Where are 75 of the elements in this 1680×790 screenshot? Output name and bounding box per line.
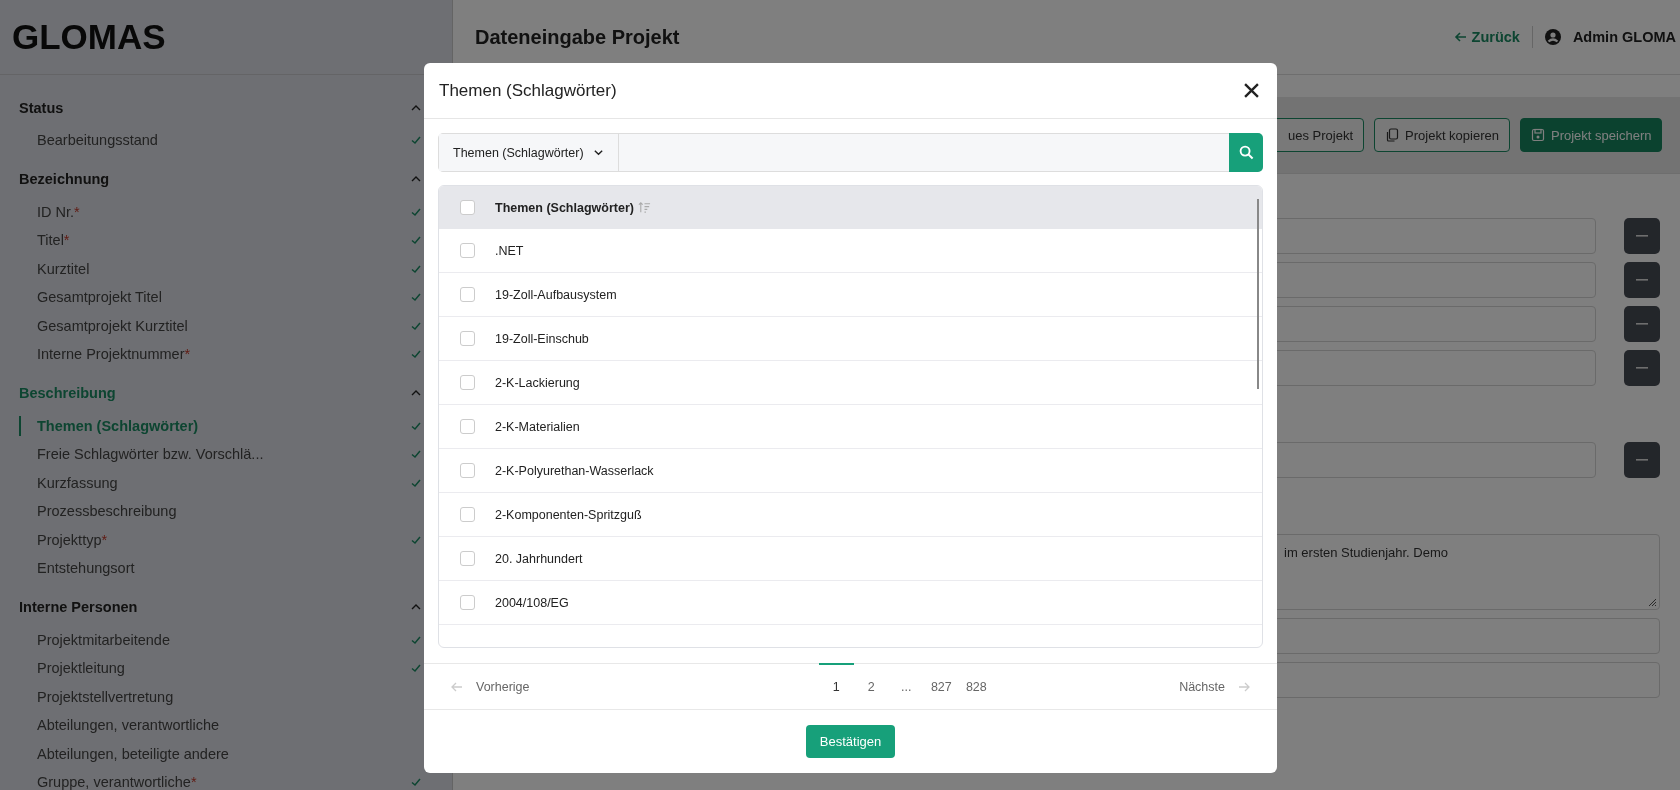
page-button[interactable]: 827 <box>923 663 959 708</box>
table-cell: 2-K-Materialien <box>495 419 580 434</box>
sidebar-item[interactable]: Projektmitarbeitende <box>19 629 170 650</box>
page-button[interactable]: 2 <box>853 663 889 708</box>
row-checkbox[interactable] <box>460 331 475 346</box>
sidebar-item[interactable]: Interne Projektnummer* <box>19 344 191 365</box>
table-cell: 2004/108/EG <box>495 595 569 610</box>
minus-icon <box>1636 459 1648 461</box>
table-cell: 2-K-Lackierung <box>495 375 580 390</box>
select-all-checkbox[interactable] <box>460 200 475 215</box>
table-cell: 2-Komponenten-Spritzguß <box>495 507 642 522</box>
row-checkbox[interactable] <box>460 375 475 390</box>
row-checkbox[interactable] <box>460 595 475 610</box>
sidebar-item[interactable]: Gesamtprojekt Kurztitel <box>19 315 188 336</box>
row-checkbox[interactable] <box>460 243 475 258</box>
remove-button[interactable] <box>1624 218 1660 254</box>
table-cell: .NET <box>495 243 524 258</box>
close-icon[interactable] <box>1244 83 1259 98</box>
sidebar-item[interactable]: Freie Schlagwörter bzw. Vorschlä... <box>19 444 264 465</box>
user-icon <box>1544 29 1561 45</box>
minus-icon <box>1636 279 1648 281</box>
table-cell: 19-Zoll-Einschub <box>495 331 589 346</box>
save-button[interactable]: Projekt speichern <box>1520 118 1663 152</box>
section-title[interactable]: Beschreibung <box>19 385 116 401</box>
sidebar-item[interactable]: Projekttyp* <box>19 529 108 550</box>
sidebar-item[interactable]: Kurzfassung <box>19 472 118 493</box>
column-header[interactable]: Themen (Schlagwörter) <box>495 200 634 215</box>
sidebar-item[interactable]: Gesamtprojekt Titel <box>19 287 162 308</box>
confirm-button[interactable]: Bestätigen <box>805 725 896 758</box>
sidebar-item[interactable]: Themen (Schlagwörter) <box>19 415 199 436</box>
page-button[interactable]: ... <box>888 663 924 708</box>
row-checkbox[interactable] <box>460 419 475 434</box>
remove-button[interactable] <box>1624 350 1660 386</box>
sidebar-item[interactable]: Prozessbeschreibung <box>19 501 177 522</box>
remove-button[interactable] <box>1624 262 1660 298</box>
sidebar-item[interactable]: Gruppe, verantwortliche* <box>19 772 197 790</box>
arrow-left-icon <box>1453 30 1468 44</box>
remove-button[interactable] <box>1624 442 1660 478</box>
row-checkbox[interactable] <box>460 551 475 566</box>
minus-icon <box>1636 367 1648 369</box>
next-button[interactable]: Nächste <box>1173 678 1257 695</box>
table-cell: 20. Jahrhundert <box>495 551 583 566</box>
logo: GLOMAS <box>12 17 166 57</box>
minus-icon <box>1636 323 1648 325</box>
row-checkbox[interactable] <box>460 463 475 478</box>
previous-button[interactable]: Vorherige <box>444 678 536 695</box>
section-title[interactable]: Bezeichnung <box>19 171 110 187</box>
copy-button[interactable]: Projekt kopieren <box>1374 118 1510 152</box>
dialog-title: Themen (Schlagwörter) <box>439 80 617 101</box>
row-checkbox[interactable] <box>460 507 475 522</box>
section-title[interactable]: Status <box>19 99 64 116</box>
section-title[interactable]: Interne Personen <box>19 599 138 615</box>
sidebar-item[interactable]: Kurztitel <box>19 258 90 279</box>
sidebar-item[interactable]: Entstehungsort <box>19 558 135 579</box>
row-checkbox[interactable] <box>460 287 475 302</box>
minus-icon <box>1636 235 1648 237</box>
sidebar-item[interactable]: ID Nr.* <box>19 201 80 222</box>
table-cell: 2-K-Polyurethan-Wasserlack <box>495 463 654 478</box>
sidebar-item[interactable]: Projektleitung <box>19 658 125 679</box>
page-button[interactable]: 1 <box>818 663 854 708</box>
scrollbar[interactable] <box>1257 199 1259 389</box>
sidebar-item[interactable]: Projektstellvertretung <box>19 686 174 707</box>
user-name[interactable]: Admin GLOMA <box>1572 29 1676 45</box>
sort-icon[interactable] <box>637 201 651 214</box>
remove-button[interactable] <box>1624 306 1660 342</box>
back-link[interactable]: Zurück <box>1453 29 1520 45</box>
page-title: Dateneingabe Projekt <box>475 25 680 49</box>
sidebar-item[interactable]: Abteilungen, verantwortliche <box>19 715 220 736</box>
table-cell: 19-Zoll-Aufbausystem <box>495 287 617 302</box>
sidebar-item[interactable]: Titel* <box>19 230 70 251</box>
sidebar-item[interactable]: Bearbeitungsstand <box>19 130 158 151</box>
copy-icon <box>1385 128 1400 142</box>
page-button[interactable]: 828 <box>958 663 994 708</box>
sidebar-item[interactable]: Abteilungen, beteiligte andere <box>19 743 229 764</box>
resize-handle-icon[interactable] <box>1647 597 1657 607</box>
